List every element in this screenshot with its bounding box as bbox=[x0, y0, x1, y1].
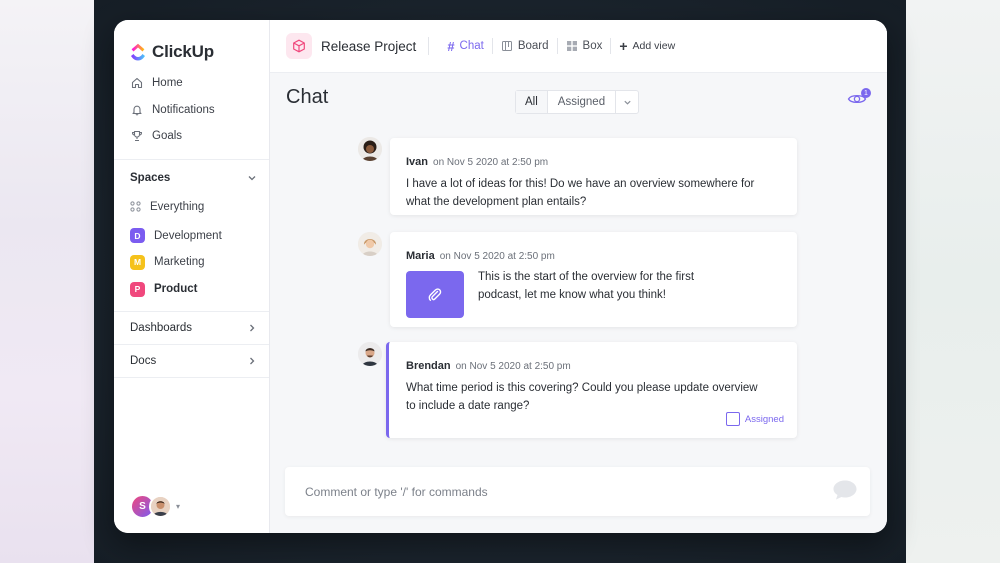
docs-link[interactable]: Docs bbox=[114, 345, 269, 378]
watchers-count: 1 bbox=[861, 88, 871, 98]
nav-label: Goals bbox=[152, 130, 183, 143]
tab-board[interactable]: Board bbox=[493, 20, 557, 73]
user-menu[interactable]: S ▾ bbox=[130, 494, 180, 519]
avatar-ivan bbox=[358, 137, 382, 161]
attachment-button[interactable] bbox=[406, 271, 464, 318]
space-label: Everything bbox=[150, 200, 205, 213]
message-text: I have a lot of ideas for this! Do we ha… bbox=[406, 178, 755, 208]
chevron-down-icon bbox=[623, 100, 631, 105]
sidebar: ClickUp Home Notifications Goals Spaces … bbox=[114, 20, 270, 533]
tab-box[interactable]: Box bbox=[558, 20, 611, 73]
avatar-brendan bbox=[358, 342, 382, 366]
checkbox-icon bbox=[725, 412, 740, 426]
space-label: Development bbox=[154, 229, 222, 242]
project-name[interactable]: Release Project bbox=[321, 39, 416, 54]
filter-dropdown-button[interactable] bbox=[616, 91, 638, 113]
main-panel: Release Project # Chat Board Box + Add v… bbox=[270, 20, 887, 533]
watchers-button[interactable]: 1 bbox=[847, 88, 871, 111]
tab-label: Box bbox=[582, 40, 603, 52]
space-badge: P bbox=[130, 281, 145, 297]
message-text: What time period is this covering? Could… bbox=[406, 382, 758, 412]
avatar-maria bbox=[358, 232, 382, 256]
comment-input[interactable]: Comment or type '/' for commands bbox=[285, 467, 870, 516]
filter-assigned-button[interactable]: Assigned bbox=[548, 91, 617, 113]
assigned-checkbox[interactable]: Assigned bbox=[725, 412, 784, 426]
comment-placeholder: Comment or type '/' for commands bbox=[305, 484, 488, 499]
spaces-label: Spaces bbox=[130, 171, 171, 184]
app-name: ClickUp bbox=[152, 42, 214, 61]
message-card-assigned: Brendan on Nov 5 2020 at 2:50 pm What tim… bbox=[386, 342, 797, 438]
caret-down-icon: ▾ bbox=[176, 502, 181, 511]
page-title: Chat bbox=[286, 86, 329, 108]
message-author[interactable]: Maria bbox=[406, 250, 435, 262]
home-icon bbox=[130, 77, 143, 90]
trophy-icon bbox=[130, 130, 143, 143]
chevron-right-icon bbox=[250, 324, 255, 332]
nav-goals[interactable]: Goals bbox=[114, 123, 269, 150]
tab-label: Chat bbox=[459, 40, 484, 52]
tab-label: Board bbox=[517, 40, 549, 52]
nav-label: Home bbox=[152, 77, 183, 90]
message-filter: All Assigned bbox=[515, 90, 640, 114]
chevron-right-icon bbox=[250, 357, 255, 365]
dashboards-link[interactable]: Dashboards bbox=[114, 312, 269, 345]
space-everything[interactable]: Everything bbox=[114, 194, 269, 221]
message-card: Ivan on Nov 5 2020 at 2:50 pm I have a lo… bbox=[390, 138, 797, 215]
docs-label: Docs bbox=[130, 354, 157, 367]
clickup-logo[interactable]: ClickUp bbox=[114, 20, 269, 68]
top-bar: Release Project # Chat Board Box + Add v… bbox=[270, 20, 887, 73]
spaces-header[interactable]: Spaces bbox=[114, 162, 269, 194]
filter-all-button[interactable]: All bbox=[516, 91, 548, 113]
nav-label: Notifications bbox=[152, 103, 215, 116]
space-development[interactable]: D Development bbox=[114, 222, 269, 249]
clickup-logo-icon bbox=[131, 43, 145, 61]
tab-chat[interactable]: # Chat bbox=[439, 20, 492, 73]
space-badge: M bbox=[130, 254, 145, 270]
message-time: on Nov 5 2020 at 2:50 pm bbox=[439, 251, 555, 262]
add-view-label: Add view bbox=[632, 40, 676, 52]
chat-bubble-icon[interactable] bbox=[832, 479, 858, 501]
hash-icon: # bbox=[447, 38, 455, 54]
add-view-button[interactable]: + Add view bbox=[611, 20, 683, 73]
assigned-label: Assigned bbox=[744, 413, 784, 425]
paperclip-icon bbox=[428, 287, 442, 301]
sidebar-divider bbox=[114, 158, 269, 160]
dashboards-label: Dashboards bbox=[130, 321, 193, 334]
message-time: on Nov 5 2020 at 2:50 pm bbox=[433, 157, 549, 168]
chevron-down-icon[interactable] bbox=[247, 173, 257, 183]
space-label: Product bbox=[154, 283, 198, 296]
bell-icon bbox=[130, 103, 143, 116]
board-icon bbox=[501, 41, 512, 51]
grid-icon bbox=[130, 201, 141, 212]
box-grid-icon bbox=[566, 41, 577, 51]
space-label: Marketing bbox=[154, 256, 205, 269]
space-product[interactable]: P Product bbox=[114, 276, 269, 303]
space-badge: D bbox=[130, 228, 145, 244]
teammate-avatar bbox=[149, 495, 172, 518]
space-marketing[interactable]: M Marketing bbox=[114, 249, 269, 276]
project-cube-icon bbox=[286, 33, 312, 59]
message-author[interactable]: Ivan bbox=[406, 156, 428, 168]
separator bbox=[428, 37, 430, 55]
message-text: This is the start of the overview for th… bbox=[478, 271, 695, 301]
plus-icon: + bbox=[619, 38, 628, 54]
nav-home[interactable]: Home bbox=[114, 70, 269, 97]
nav-notifications[interactable]: Notifications bbox=[114, 97, 269, 124]
message-card: Maria on Nov 5 2020 at 2:50 pm This is th… bbox=[390, 232, 797, 327]
message-time: on Nov 5 2020 at 2:50 pm bbox=[455, 361, 571, 372]
app-window: ClickUp Home Notifications Goals Spaces … bbox=[114, 20, 887, 533]
message-author[interactable]: Brendan bbox=[406, 360, 451, 372]
